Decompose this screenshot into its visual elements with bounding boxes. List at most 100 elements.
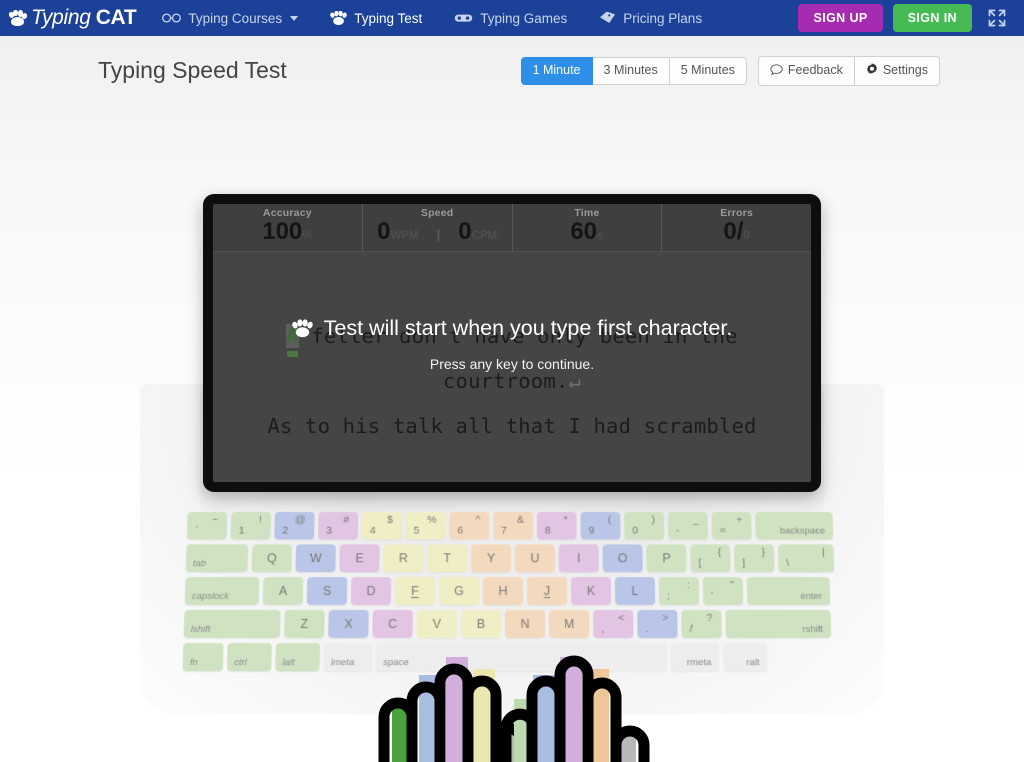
- return-glyph: ↵: [568, 368, 581, 393]
- comment-icon: [770, 63, 783, 79]
- key-label: F: [411, 583, 419, 598]
- key-[interactable]: - _: [667, 511, 708, 540]
- key-lshift[interactable]: lshift: [183, 609, 281, 638]
- key-8[interactable]: 8 *: [536, 511, 577, 540]
- brand-logo[interactable]: Typing CAT: [0, 6, 146, 30]
- key-label: rmeta: [686, 656, 712, 669]
- key-t[interactable]: T: [427, 544, 468, 572]
- nav-item-typing-games[interactable]: Typing Games: [438, 0, 583, 36]
- stat-value: 0/0: [662, 219, 811, 244]
- key-d[interactable]: D: [350, 576, 392, 605]
- settings-button[interactable]: Settings: [854, 56, 940, 86]
- keyboard-row: tab Q W E R T Y U I O P[{]} \ |: [185, 544, 850, 572]
- key-j[interactable]: J: [526, 576, 568, 605]
- brand-typing-text: Typing: [31, 6, 91, 29]
- key-l[interactable]: L: [614, 576, 656, 605]
- key-p[interactable]: P: [646, 544, 687, 572]
- key-x[interactable]: X: [328, 609, 369, 638]
- duration-3-minutes[interactable]: 3 Minutes: [592, 57, 670, 85]
- key-[interactable]: = +: [711, 511, 752, 540]
- key-3[interactable]: 3 #: [318, 511, 359, 540]
- key-label: U: [530, 551, 540, 565]
- key-lmeta[interactable]: lmeta: [323, 642, 373, 672]
- key-r[interactable]: R: [383, 544, 424, 572]
- key-h[interactable]: H: [482, 576, 524, 605]
- key-q[interactable]: Q: [251, 544, 293, 572]
- stat-number-wpm: 0: [377, 217, 391, 245]
- key-s[interactable]: S: [306, 576, 348, 605]
- key-[interactable]: [{: [690, 544, 731, 572]
- key-i[interactable]: I: [558, 544, 599, 572]
- key-[interactable]: ' ": [702, 576, 744, 605]
- key-k[interactable]: K: [570, 576, 612, 605]
- key-u[interactable]: U: [515, 544, 555, 572]
- key-7[interactable]: 7 &: [493, 511, 533, 540]
- key-label: rshift: [802, 623, 824, 635]
- key-[interactable]: ;:: [658, 576, 700, 605]
- key-primary-label: 8: [544, 524, 551, 537]
- utility-button-group: Feedback Settings: [757, 56, 940, 86]
- key-ctrl[interactable]: ctrl: [226, 642, 272, 672]
- key-[interactable]: ` ~: [186, 511, 228, 540]
- stat-number: 0/: [723, 217, 744, 245]
- key-capslock[interactable]: capslock: [184, 576, 260, 605]
- fullscreen-expand-icon[interactable]: [986, 7, 1008, 29]
- stat-value: 60s: [513, 219, 662, 244]
- key-2[interactable]: 2 @: [274, 511, 315, 540]
- duration-1-minute[interactable]: 1 Minute: [520, 57, 593, 85]
- key-6[interactable]: 6 ^: [449, 511, 490, 540]
- stats-bar: Accuracy 100% Speed 0 WPM | 0 CPM Time 60s: [213, 203, 811, 252]
- sign-in-button[interactable]: SIGN IN: [892, 4, 972, 32]
- key-lalt[interactable]: lalt: [275, 642, 321, 672]
- nav-item-typing-test[interactable]: Typing Test: [314, 0, 438, 36]
- key-0[interactable]: 0): [624, 511, 665, 540]
- key-5[interactable]: 5%: [405, 511, 446, 540]
- key-f[interactable]: F: [394, 576, 436, 605]
- key-[interactable]: /?: [681, 609, 722, 638]
- key-z[interactable]: Z: [283, 609, 325, 638]
- key-rmeta[interactable]: rmeta: [670, 642, 720, 672]
- key-backspace[interactable]: backspace: [755, 511, 834, 540]
- key-g[interactable]: G: [438, 576, 480, 605]
- key-a[interactable]: A: [262, 576, 304, 605]
- key-[interactable]: \ |: [777, 544, 835, 572]
- key-9[interactable]: 9(: [580, 511, 621, 540]
- key-4[interactable]: 4 $: [361, 511, 402, 540]
- key-label: D: [366, 583, 376, 598]
- key-w[interactable]: W: [295, 544, 336, 572]
- key-shift-label: ^: [475, 513, 481, 526]
- keyboard-row: ` ~1! 2 @3 #4 $5% 6 ^ 7 & 8 * 9(0) - _ = + backspace: [186, 511, 849, 540]
- key-primary-label: 0: [632, 524, 639, 537]
- key-fn[interactable]: fn: [182, 642, 224, 672]
- feedback-button[interactable]: Feedback: [757, 56, 855, 86]
- test-controls: 1 Minute 3 Minutes 5 Minutes Feedback Se…: [520, 56, 940, 86]
- nav-item-pricing-plans[interactable]: Pricing Plans: [583, 0, 718, 36]
- key-enter[interactable]: enter: [746, 576, 831, 605]
- key-o[interactable]: O: [602, 544, 643, 572]
- paw-icon: [7, 9, 28, 27]
- stat-value: 100%: [213, 219, 362, 244]
- key-y[interactable]: Y: [471, 544, 512, 572]
- key-label: I: [577, 551, 581, 565]
- key-rshift[interactable]: rshift: [725, 609, 832, 638]
- key-ralt[interactable]: ralt: [722, 642, 768, 672]
- duration-5-minutes[interactable]: 5 Minutes: [669, 57, 747, 85]
- typing-line-3: As to his talk all that I had scrambled: [267, 413, 757, 438]
- key-tab[interactable]: tab: [185, 544, 249, 572]
- key-e[interactable]: E: [339, 544, 380, 572]
- key-label: L: [631, 583, 639, 598]
- key-label: fn: [189, 656, 198, 669]
- key-1[interactable]: 1!: [230, 511, 271, 540]
- laptop-screen-bezel: Accuracy 100% Speed 0 WPM | 0 CPM Time 60s: [203, 193, 821, 492]
- typing-test-screen[interactable]: Accuracy 100% Speed 0 WPM | 0 CPM Time 60s: [213, 203, 811, 482]
- nav-item-typing-courses[interactable]: Typing Courses: [146, 0, 314, 36]
- key-shift-label: }: [761, 546, 766, 559]
- stat-label: Speed: [420, 206, 454, 219]
- typing-line-1-rest: feller don't have only been in the: [298, 323, 738, 348]
- stat-unit: s: [597, 229, 604, 242]
- key-[interactable]: ]}: [733, 544, 775, 572]
- sign-up-button[interactable]: SIGN UP: [798, 4, 883, 32]
- paw-icon: [330, 11, 347, 25]
- key-shift-label: ?: [706, 611, 713, 624]
- key-label: Q: [266, 551, 277, 565]
